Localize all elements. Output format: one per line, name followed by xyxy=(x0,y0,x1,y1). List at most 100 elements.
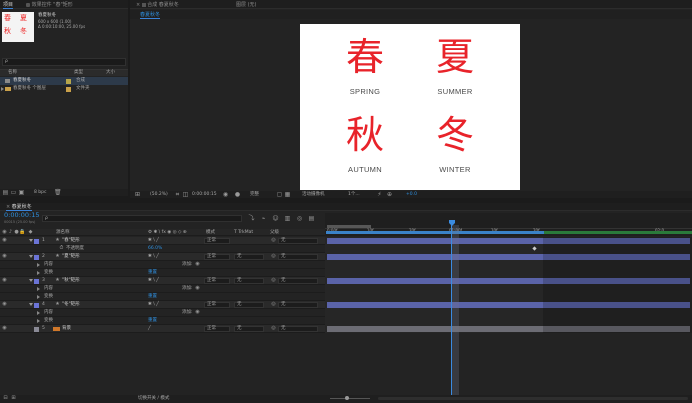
bit-depth-button[interactable]: 8 bpc xyxy=(34,189,46,196)
expand-arrow-icon[interactable] xyxy=(37,287,40,291)
pickwhip-icon[interactable]: ◎ xyxy=(270,325,277,332)
add-menu[interactable]: 添加: xyxy=(182,285,193,292)
col-size[interactable]: 大小 xyxy=(106,69,115,76)
opacity-value[interactable]: 66.0% xyxy=(148,245,162,252)
expand-arrow-icon[interactable] xyxy=(29,279,33,282)
layer-row[interactable]: ◉ 5 背景 ╱ 正常 无 ◎ 无 xyxy=(0,325,325,333)
label-color-swatch[interactable] xyxy=(34,238,39,244)
property-row[interactable]: 变换 重置 xyxy=(0,269,325,277)
property-row[interactable]: 内容 添加: ◉ xyxy=(0,285,325,293)
layer-name[interactable]: 背景 xyxy=(62,325,71,332)
zoom-slider-thumb[interactable] xyxy=(345,396,349,400)
work-area-end[interactable] xyxy=(544,231,692,234)
close-icon[interactable]: × xyxy=(136,2,140,7)
layer-switches[interactable]: ✱ \ ╱ xyxy=(148,253,159,260)
interpret-footage-icon[interactable]: ▤ xyxy=(2,189,9,196)
pickwhip-icon[interactable]: ◎ xyxy=(270,277,277,284)
zoom-slider[interactable] xyxy=(330,398,370,399)
region-of-interest-icon[interactable]: ▢ xyxy=(276,191,283,198)
col-source-name[interactable]: 源名称 xyxy=(56,229,70,236)
season-summer[interactable]: 夏 SUMMER xyxy=(420,34,490,97)
col-parent[interactable]: 父级 xyxy=(270,229,279,236)
label-color-swatch[interactable] xyxy=(34,302,39,308)
season-spring[interactable]: 春 SPRING xyxy=(330,34,400,97)
pickwhip-icon[interactable]: ◎ xyxy=(270,301,277,308)
trkmat-dropdown[interactable]: 无 xyxy=(234,326,264,332)
expand-arrow-icon[interactable] xyxy=(29,255,33,258)
expand-arrow-icon[interactable] xyxy=(37,311,40,315)
mode-dropdown[interactable]: 正常 xyxy=(204,326,230,332)
layer-switches[interactable]: ╱ xyxy=(148,325,151,332)
fast-preview-icon[interactable]: ⚡ xyxy=(376,191,383,198)
add-menu[interactable]: 添加: xyxy=(182,261,193,268)
layer-name[interactable]: "夏"矩形 xyxy=(62,253,80,260)
layer-row[interactable]: ◉ 2 ★ "夏"矩形 ✱ \ ╱ 正常 无 ◎ 无 xyxy=(0,253,325,261)
add-icon[interactable]: ◉ xyxy=(194,285,201,292)
timeline-timecode[interactable]: 0:00:00:15 xyxy=(4,212,40,219)
horizontal-scrollbar[interactable] xyxy=(378,397,688,400)
layer-name[interactable]: "春"矩形 xyxy=(62,237,80,244)
layer-row[interactable]: ◉ 1 ★ "春"矩形 ✱ \ ╱ 正常 ◎ 无 xyxy=(0,237,325,245)
col-mode[interactable]: 模式 xyxy=(206,229,215,236)
grid-icon[interactable]: ⌗ xyxy=(174,191,181,198)
keyframe-marker[interactable] xyxy=(532,246,537,251)
reset-link[interactable]: 重置 xyxy=(148,269,157,276)
expand-arrow-icon[interactable] xyxy=(29,303,33,306)
toggle-switches-modes[interactable]: 切换开关 / 模式 xyxy=(138,395,169,402)
trkmat-dropdown[interactable]: 无 xyxy=(234,302,264,308)
parent-dropdown[interactable]: 无 xyxy=(278,278,318,284)
camera-dropdown[interactable]: 活动摄像机 xyxy=(302,191,325,198)
label-color-swatch[interactable] xyxy=(34,254,39,260)
eye-icon[interactable]: ◉ xyxy=(1,277,8,284)
eye-icon[interactable]: ◉ xyxy=(1,325,8,332)
eye-icon[interactable]: ◉ xyxy=(1,253,8,260)
snapshot-icon[interactable]: ◉ xyxy=(222,191,229,198)
layer-switches[interactable]: ✱ \ ╱ xyxy=(148,301,159,308)
color-channel-icon[interactable]: ● xyxy=(234,191,241,198)
mask-icon[interactable]: ◫ xyxy=(182,191,189,198)
pickwhip-icon[interactable]: ◎ xyxy=(270,253,277,260)
season-winter[interactable]: 冬 WINTER xyxy=(420,112,490,175)
comp-breadcrumb[interactable]: 春夏秋冬 xyxy=(140,11,161,19)
parent-dropdown[interactable]: 无 xyxy=(278,302,318,308)
layer-switches[interactable]: ✱ \ ╱ xyxy=(148,237,159,244)
trkmat-dropdown[interactable]: 无 xyxy=(234,278,264,284)
transfer-controls-toggle-icon[interactable]: ⊞ xyxy=(10,395,17,402)
add-icon[interactable]: ◉ xyxy=(194,309,201,316)
magnification-dropdown[interactable]: (50.2%) xyxy=(150,191,168,198)
layer-row[interactable]: ◉ 4 ★ "冬"矩形 ✱ \ ╱ 正常 无 ◎ 无 xyxy=(0,301,325,309)
viewer-timecode[interactable]: 0:00:00:15 xyxy=(192,191,217,198)
mode-dropdown[interactable]: 正常 xyxy=(204,302,230,308)
comp-canvas[interactable]: 春 SPRING 夏 SUMMER 秋 AUTUMN 冬 WINTER xyxy=(300,24,520,190)
comp-mini-flowchart-icon[interactable]: ⤵ xyxy=(248,215,255,222)
project-search-input[interactable]: ρ xyxy=(2,58,126,66)
property-row[interactable]: 变换 重置 xyxy=(0,293,325,301)
mode-dropdown[interactable]: 正常 xyxy=(204,278,230,284)
project-item-comp[interactable]: 春夏秋冬 合成 xyxy=(0,77,128,85)
exposure-value[interactable]: +0.0 xyxy=(406,191,417,198)
season-autumn[interactable]: 秋 AUTUMN xyxy=(330,112,400,175)
add-menu[interactable]: 添加: xyxy=(182,309,193,316)
property-row[interactable]: ⏱ 不透明度 66.0% xyxy=(0,245,325,253)
parent-dropdown[interactable]: 无 xyxy=(278,254,318,260)
work-area-range[interactable] xyxy=(326,231,544,234)
expand-arrow-icon[interactable] xyxy=(37,319,40,323)
tab-timeline-comp[interactable]: × 春夏秋冬 xyxy=(6,203,32,211)
expand-arrow-icon[interactable] xyxy=(29,239,33,242)
reset-link[interactable]: 重置 xyxy=(148,317,157,324)
reset-link[interactable]: 重置 xyxy=(148,293,157,300)
shy-icon[interactable]: ☺ xyxy=(272,215,279,222)
tab-layer[interactable]: 图层 (无) xyxy=(236,1,257,9)
label-color-swatch[interactable] xyxy=(34,278,39,284)
property-row[interactable]: 内容 添加: ◉ xyxy=(0,309,325,317)
col-type[interactable]: 类型 xyxy=(74,69,83,76)
layer-switches[interactable]: ✱ \ ╱ xyxy=(148,277,159,284)
views-dropdown[interactable]: 1个... xyxy=(348,191,360,198)
resolution-dropdown[interactable]: 完整 xyxy=(250,191,259,198)
tab-project[interactable]: 项目 xyxy=(3,1,14,9)
mode-dropdown[interactable]: 正常 xyxy=(204,238,230,244)
parent-dropdown[interactable]: 无 xyxy=(278,238,318,244)
flowchart-icon[interactable]: ⊕ xyxy=(386,191,393,198)
frame-blending-icon[interactable]: ▥ xyxy=(284,215,291,222)
pickwhip-icon[interactable]: ◎ xyxy=(270,237,277,244)
